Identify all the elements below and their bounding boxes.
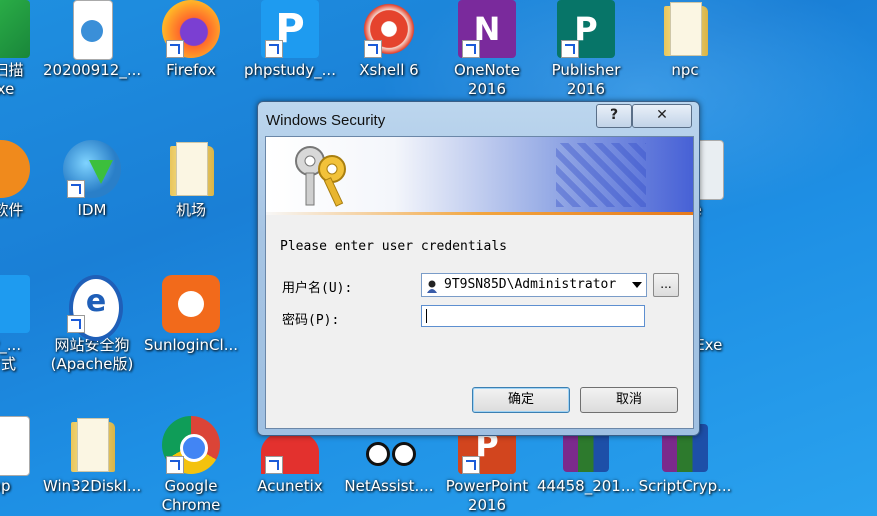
icon-label: Win32DiskI... <box>43 477 142 495</box>
desktop-icon-xshell[interactable]: Xshell 6 <box>340 0 438 80</box>
dialog-client-area: Please enter user credentials 用户名(U): 9T… <box>265 136 694 429</box>
cancel-button[interactable]: 取消 <box>580 387 678 413</box>
folder-icon <box>162 140 220 198</box>
icon-label-2: 2016 <box>566 80 606 98</box>
desktop-icon-firefox[interactable]: Firefox <box>142 0 240 80</box>
desktop-icon-onenote[interactable]: N OneNote 2016 <box>438 0 536 99</box>
file-icon <box>0 416 30 476</box>
icon-label: OneNote <box>453 61 521 79</box>
keys-icon <box>295 146 346 207</box>
close-button[interactable]: ✕ <box>632 104 692 128</box>
prompt-message: Please enter user credentials <box>280 239 507 254</box>
desktop-icon-safedog[interactable]: e 网站安全狗 (Apache版) <box>43 275 141 374</box>
chrome-icon <box>162 416 220 474</box>
shield-icon <box>0 140 30 198</box>
user-icon <box>426 278 437 293</box>
icon-label: 20200912_... <box>43 61 142 79</box>
icon-label: IDM <box>77 201 107 219</box>
ok-button[interactable]: 确定 <box>472 387 570 413</box>
audio-file-icon <box>63 0 121 60</box>
icon-label: NetAssist.... <box>344 477 434 495</box>
desktop-icon-jichang[interactable]: 机场 <box>142 140 240 220</box>
safedog-icon: e <box>63 275 123 341</box>
username-label: 用户名(U): <box>282 281 353 296</box>
icon-label: Publisher <box>551 61 621 79</box>
icon-label: ScriptCryp... <box>638 477 732 495</box>
desktop-icon-audio-file[interactable]: 20200912_... <box>43 0 141 80</box>
icon-label: 44458_201... <box>537 477 636 495</box>
desktop-icon-chrome[interactable]: Google Chrome <box>142 416 240 515</box>
folder-icon <box>656 0 714 58</box>
icon-label: SunloginCl... <box>143 336 239 354</box>
icon-label: 机场 <box>175 201 206 219</box>
password-input[interactable] <box>421 305 645 327</box>
security-banner <box>266 137 693 212</box>
chevron-down-icon[interactable] <box>632 282 642 288</box>
icon-label: phpstudy_... <box>244 61 336 79</box>
icon-label: Xshell 6 <box>359 61 419 79</box>
phpstudy-icon: P <box>261 0 319 58</box>
xshell-icon <box>360 0 418 58</box>
help-button[interactable]: ? <box>596 104 632 128</box>
text-caret <box>426 309 427 323</box>
publisher-icon: P <box>557 0 615 58</box>
desktop-icon-npc[interactable]: npc <box>636 0 734 80</box>
desktop-icon-publisher[interactable]: P Publisher 2016 <box>537 0 635 99</box>
icon-label-2: 2016 <box>467 80 507 98</box>
firefox-icon <box>162 0 220 58</box>
onenote-icon: N <box>458 0 516 58</box>
phpstudy-icon <box>0 275 30 333</box>
desktop-icon-sunlogin[interactable]: SunloginCl... <box>142 275 240 355</box>
icon-label: Google <box>164 477 218 495</box>
scanner-icon <box>0 0 30 58</box>
desktop-icon-phpstudy[interactable]: P phpstudy_... <box>241 0 339 80</box>
icon-label: npc <box>671 61 699 79</box>
banner-stripe <box>266 212 693 215</box>
dialog-title: Windows Security <box>266 112 386 129</box>
icon-label-2: 2016 <box>467 496 507 514</box>
idm-icon <box>63 140 121 198</box>
icon-label: Firefox <box>166 61 216 79</box>
desktop-icon-idm[interactable]: IDM <box>43 140 141 220</box>
sunlogin-icon <box>162 275 220 333</box>
icon-label-2: (Apache版) <box>50 355 134 373</box>
icon-label: PowerPoint <box>445 477 529 495</box>
icon-label-2: Chrome <box>161 496 221 514</box>
username-value: 9T9SN85D\Administrator <box>444 277 617 292</box>
icon-label: Acunetix <box>257 477 323 495</box>
username-combobox[interactable]: 9T9SN85D\Administrator <box>421 273 647 297</box>
icon-label-2: exe <box>0 80 15 98</box>
folder-icon <box>63 416 121 474</box>
password-label: 密码(P): <box>282 313 340 328</box>
banner-watermark <box>556 143 646 207</box>
browse-button[interactable]: ... <box>653 273 679 297</box>
desktop-icon-win32diskimager[interactable]: Win32DiskI... <box>43 416 141 496</box>
windows-security-dialog: Windows Security ? ✕ Please enter user c… <box>257 101 700 436</box>
